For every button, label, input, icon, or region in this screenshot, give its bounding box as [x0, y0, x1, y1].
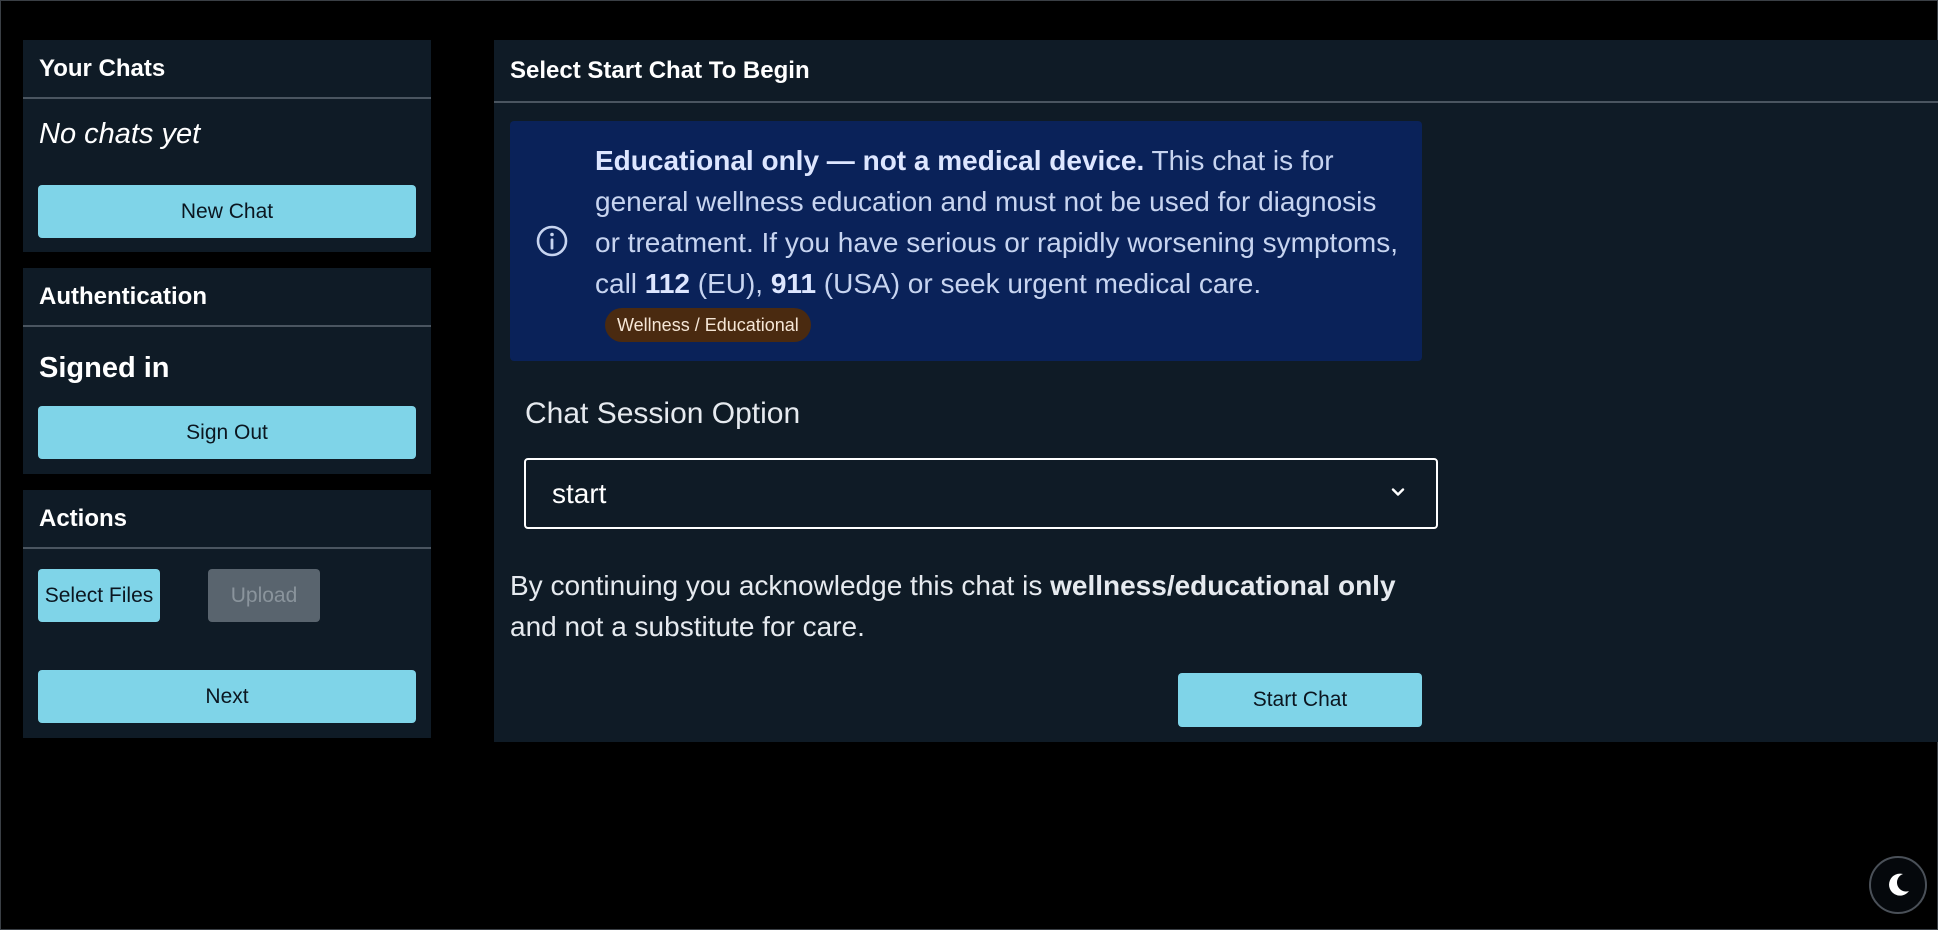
upload-button[interactable]: Upload [208, 569, 320, 622]
main-panel: Select Start Chat To Begin Educational o… [494, 40, 1938, 742]
start-chat-button[interactable]: Start Chat [1178, 673, 1422, 727]
auth-panel-title: Authentication [23, 268, 431, 327]
actions-panel: Actions Select Files Upload Next [23, 490, 431, 738]
info-icon [536, 225, 568, 257]
chevron-down-icon [1391, 488, 1405, 496]
next-button[interactable]: Next [38, 670, 416, 723]
signed-in-status: Signed in [39, 352, 170, 384]
new-chat-button[interactable]: New Chat [38, 185, 416, 238]
sign-out-button[interactable]: Sign Out [38, 406, 416, 459]
disclaimer-lead: Educational only — not a medical device. [595, 145, 1145, 176]
emergency-number-us: 911 [770, 268, 817, 299]
disclaimer-text: Educational only — not a medical device.… [595, 140, 1405, 345]
chats-panel-title: Your Chats [23, 40, 431, 99]
wellness-badge: Wellness / Educational [605, 308, 811, 342]
disclaimer-body-2: (EU), [689, 268, 771, 299]
theme-toggle-button[interactable] [1869, 856, 1927, 914]
session-option-select[interactable]: start [524, 458, 1438, 529]
session-option-label: Chat Session Option [525, 397, 801, 430]
moon-icon [1889, 873, 1909, 896]
ack-text-2: and not a substitute for care. [510, 611, 865, 642]
actions-panel-title: Actions [23, 490, 431, 549]
chats-panel: Your Chats No chats yet New Chat [23, 40, 431, 252]
session-option-value: start [552, 477, 607, 509]
select-files-button[interactable]: Select Files [38, 569, 160, 622]
ack-emphasis: wellness/educational only [1050, 570, 1396, 601]
disclaimer-body-3: (USA) or seek urgent medical care. [816, 268, 1262, 299]
acknowledgement-text: By continuing you acknowledge this chat … [510, 565, 1430, 647]
no-chats-text: No chats yet [39, 118, 201, 150]
auth-panel: Authentication Signed in Sign Out [23, 268, 431, 474]
emergency-number-eu: 112 [644, 268, 690, 299]
app-window: Your Chats No chats yet New Chat Authent… [0, 0, 1938, 930]
page-title: Select Start Chat To Begin [494, 40, 1938, 103]
disclaimer-notice: Educational only — not a medical device.… [510, 121, 1422, 361]
ack-text-1: By continuing you acknowledge this chat … [510, 570, 1051, 601]
